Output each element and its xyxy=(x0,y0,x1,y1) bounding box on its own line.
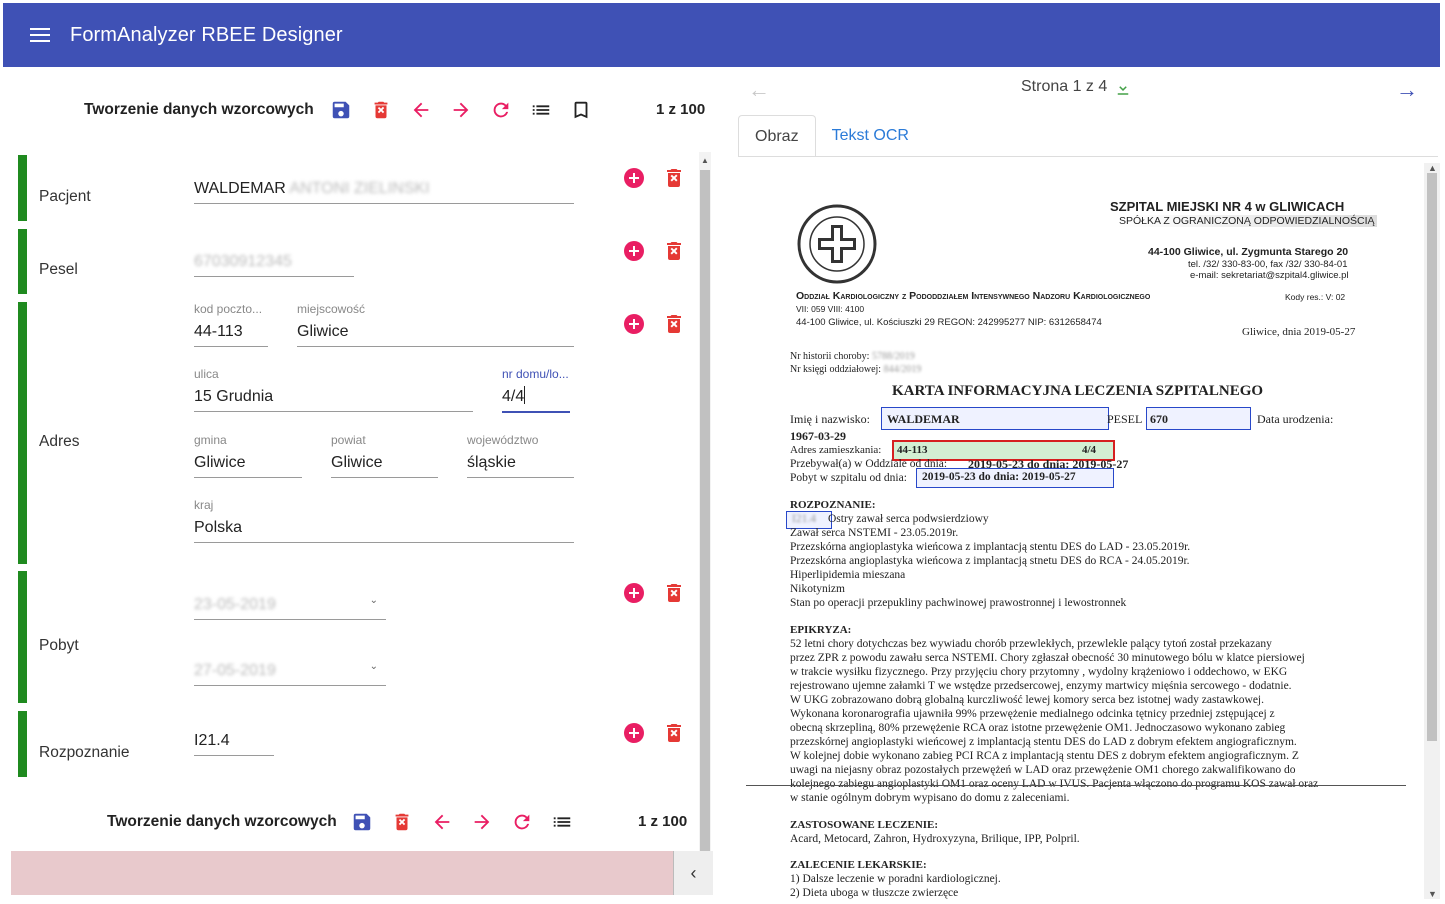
kod-pocztowy-field[interactable]: kod poczto... 44-113 xyxy=(194,302,268,347)
top-toolbar: Tworzenie danych wzorcowych 1 z 100 xyxy=(84,98,714,122)
gmina-field[interactable]: gmina Gliwice xyxy=(194,433,302,478)
pobyt-do-select[interactable]: 27-05-2019 ⌄ xyxy=(194,637,386,686)
rozpoznanie-field[interactable]: I21.4 xyxy=(194,711,274,756)
group-adres: Adres kod poczto... 44-113 miejscowość G… xyxy=(18,302,688,564)
form-scrollbar[interactable]: ▲ xyxy=(699,152,711,877)
document-image: ▲ ▼ SZPITAL MIEJSKI NR 4 w GLIWICACH SPÓŁ… xyxy=(746,163,1440,899)
save-icon[interactable] xyxy=(350,810,374,834)
menu-icon[interactable] xyxy=(30,28,50,42)
pesel-field[interactable]: 67030912345 xyxy=(194,232,354,277)
add-icon[interactable] xyxy=(622,166,646,190)
label-pobyt: Pobyt xyxy=(39,637,79,654)
pobyt-od-select[interactable]: 23-05-2019 ⌄ xyxy=(194,571,386,620)
ulica-field[interactable]: ulica 15 Grudnia xyxy=(194,367,473,412)
bookmark-icon[interactable] xyxy=(569,98,593,122)
list-icon[interactable] xyxy=(550,810,574,834)
document-viewer: ← Strona 1 z 4 → Obraz Tekst OCR ▲ ▼ SZPI… xyxy=(724,67,1441,904)
document-scrollbar[interactable]: ▲ ▼ xyxy=(1424,163,1440,899)
group-pesel: Pesel 67030912345 xyxy=(18,229,688,294)
viewer-tabs: Obraz Tekst OCR xyxy=(738,115,925,157)
record-counter: 1 z 100 xyxy=(656,101,706,118)
wojewodztwo-field[interactable]: województwo śląskie xyxy=(467,433,574,478)
label-pesel: Pesel xyxy=(39,261,78,278)
next-page-icon[interactable]: → xyxy=(1396,77,1418,103)
document-page: SZPITAL MIEJSKI NR 4 w GLIWICACH SPÓŁKA … xyxy=(746,163,1422,899)
powiat-field[interactable]: powiat Gliwice xyxy=(331,433,438,478)
tab-tekst-ocr[interactable]: Tekst OCR xyxy=(816,115,925,157)
page-info: Strona 1 z 4 xyxy=(1021,78,1108,95)
status-bar: ‹ xyxy=(11,851,713,895)
nr-domu-field[interactable]: nr domu/lo... 4/4 xyxy=(502,367,570,413)
arrow-right-icon[interactable] xyxy=(470,810,494,834)
chevron-left-icon: ‹ xyxy=(690,862,697,883)
refresh-icon[interactable] xyxy=(489,98,513,122)
collapse-button[interactable]: ‹ xyxy=(673,851,713,895)
group-rozpoznanie: Rozpoznanie I21.4 xyxy=(18,711,688,777)
list-icon[interactable] xyxy=(529,98,553,122)
delete-icon[interactable] xyxy=(662,239,686,263)
download-icon[interactable] xyxy=(1114,79,1134,99)
delete-icon[interactable] xyxy=(662,166,686,190)
add-icon[interactable] xyxy=(622,721,646,745)
add-icon[interactable] xyxy=(622,312,646,336)
delete-icon[interactable] xyxy=(369,98,393,122)
label-rozpoznanie: Rozpoznanie xyxy=(39,744,130,761)
refresh-icon[interactable] xyxy=(510,810,534,834)
add-icon[interactable] xyxy=(622,581,646,605)
form-panel: Tworzenie danych wzorcowych 1 z 100 ▲ Pa… xyxy=(3,67,720,904)
delete-icon[interactable] xyxy=(390,810,414,834)
bottom-toolbar: Tworzenie danych wzorcowych 1 z 100 xyxy=(107,810,707,834)
arrow-left-icon[interactable] xyxy=(409,98,433,122)
arrow-left-icon[interactable] xyxy=(430,810,454,834)
pacjent-field[interactable]: WALDEMAR ANTONI ZIELINSKI xyxy=(194,159,574,204)
tab-obraz[interactable]: Obraz xyxy=(738,115,816,157)
form-scroll-area: ▲ Pacjent WALDEMAR ANTONI ZIELINSKI Pese… xyxy=(11,152,711,877)
save-icon[interactable] xyxy=(329,98,353,122)
toolbar-title: Tworzenie danych wzorcowych xyxy=(107,813,337,830)
prev-page-icon[interactable]: ← xyxy=(748,77,770,103)
kraj-field[interactable]: kraj Polska xyxy=(194,498,574,543)
hospital-seal-icon xyxy=(797,204,877,284)
app-bar: FormAnalyzer RBEE Designer xyxy=(3,3,1440,67)
group-pacjent: Pacjent WALDEMAR ANTONI ZIELINSKI xyxy=(18,155,688,221)
delete-icon[interactable] xyxy=(662,312,686,336)
app-title: FormAnalyzer RBEE Designer xyxy=(70,23,343,46)
record-counter: 1 z 100 xyxy=(638,813,688,830)
add-icon[interactable] xyxy=(622,239,646,263)
label-pacjent: Pacjent xyxy=(39,188,91,205)
label-adres: Adres xyxy=(39,433,80,450)
miejscowosc-field[interactable]: miejscowość Gliwice xyxy=(297,302,574,347)
delete-icon[interactable] xyxy=(662,581,686,605)
toolbar-title: Tworzenie danych wzorcowych xyxy=(84,101,314,118)
arrow-right-icon[interactable] xyxy=(449,98,473,122)
delete-icon[interactable] xyxy=(662,721,686,745)
group-pobyt: Pobyt 23-05-2019 ⌄ 27-05-2019 ⌄ xyxy=(18,571,688,703)
